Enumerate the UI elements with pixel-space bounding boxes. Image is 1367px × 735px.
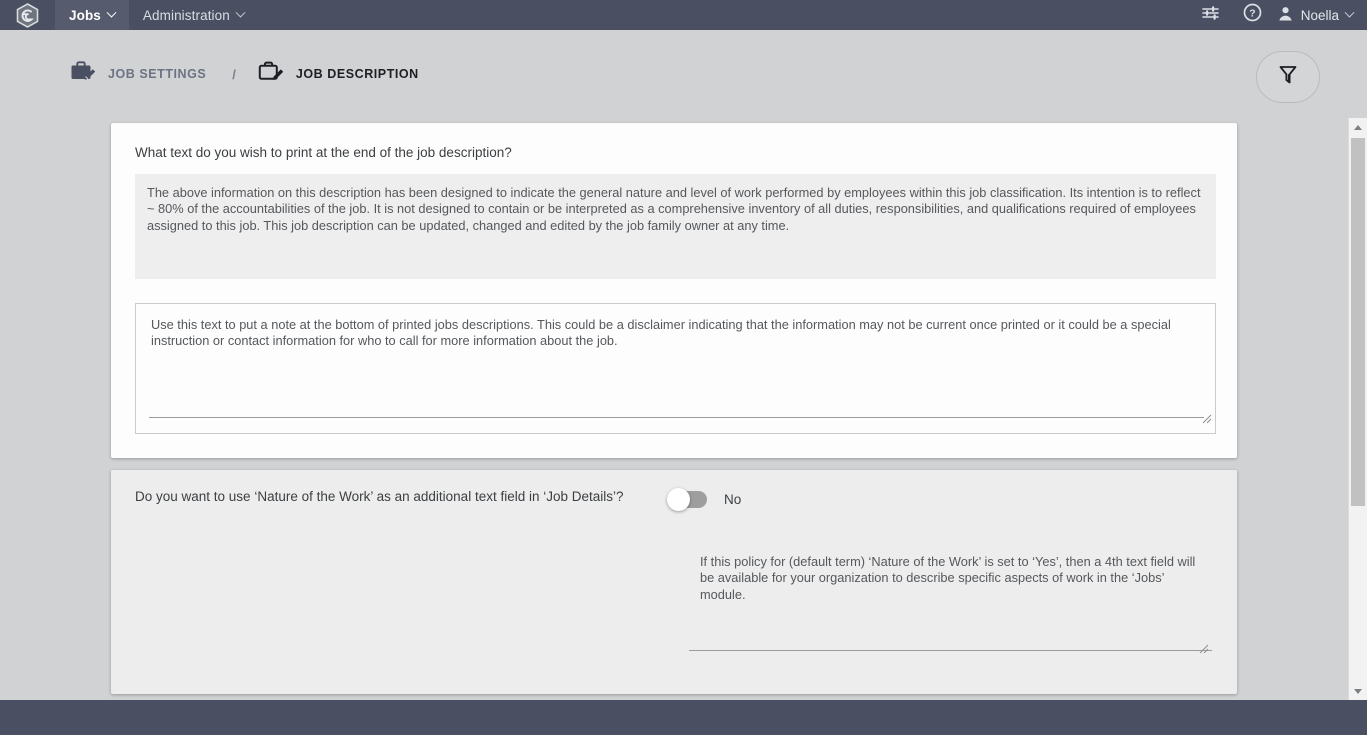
breadcrumb-separator: /: [232, 66, 236, 82]
chevron-down-icon: [235, 7, 246, 18]
help-button[interactable]: ?: [1232, 0, 1274, 30]
nature-of-work-question: Do you want to use ‘Nature of the Work’ …: [135, 489, 624, 504]
nav-tab-jobs-label: Jobs: [69, 7, 101, 23]
nav-tab-administration-label: Administration: [142, 7, 230, 23]
briefcase-edit-outline-icon: [258, 60, 285, 88]
chevron-down-icon: [106, 7, 117, 18]
filter-button[interactable]: [1256, 51, 1320, 103]
scroll-up-button[interactable]: [1349, 118, 1367, 136]
job-description-footer-help-textarea[interactable]: [135, 303, 1216, 434]
textarea-underline: [689, 650, 1212, 651]
nav-tab-jobs[interactable]: Jobs: [55, 0, 129, 30]
job-description-footer-textarea[interactable]: [135, 174, 1216, 279]
user-avatar-icon: [1278, 6, 1293, 24]
scroll-down-button[interactable]: [1349, 682, 1367, 700]
nature-of-work-card: Do you want to use ‘Nature of the Work’ …: [111, 470, 1237, 694]
scroll-down-arrow-icon: [1354, 688, 1362, 694]
sliders-icon: [1201, 5, 1220, 26]
breadcrumb-item-job-settings[interactable]: JOB SETTINGS: [70, 60, 206, 88]
scrollbar-thumb[interactable]: [1351, 138, 1365, 506]
nav-tab-administration[interactable]: Administration: [129, 0, 258, 30]
user-name-label: Noella: [1300, 7, 1339, 23]
toggle-knob: [667, 488, 690, 511]
topbar-actions: ? Noella: [1190, 0, 1367, 30]
breadcrumb-item-job-description[interactable]: JOB DESCRIPTION: [258, 60, 419, 88]
print-text-question: What text do you wish to print at the en…: [135, 145, 512, 160]
footer-bar: [0, 700, 1367, 735]
breadcrumb-item-job-settings-label: JOB SETTINGS: [108, 67, 207, 81]
chevron-down-icon: [1344, 7, 1355, 18]
nature-of-work-toggle[interactable]: [667, 488, 707, 511]
app-logo[interactable]: [0, 0, 55, 30]
briefcase-edit-icon: [70, 60, 97, 88]
print-text-card: What text do you wish to print at the en…: [111, 123, 1237, 458]
question-circle-icon: ?: [1243, 3, 1262, 27]
breadcrumb-item-job-description-label: JOB DESCRIPTION: [295, 67, 419, 81]
filter-funnel-icon: [1278, 64, 1298, 90]
top-navigation-bar: Jobs Administration ? Noella: [0, 0, 1367, 30]
scroll-up-arrow-icon: [1354, 124, 1362, 130]
left-gutter: [0, 30, 8, 700]
svg-text:?: ?: [1250, 8, 1256, 20]
nature-of-work-help-textarea[interactable]: [688, 542, 1212, 653]
user-menu[interactable]: Noella: [1274, 6, 1355, 24]
breadcrumb: JOB SETTINGS / JOB DESCRIPTION: [0, 30, 1348, 118]
textarea-underline: [149, 417, 1204, 418]
hexagon-logo-icon: [16, 2, 39, 28]
page-scrollbar[interactable]: [1348, 118, 1367, 700]
nature-of-work-toggle-value: No: [724, 492, 742, 507]
settings-sliders-button[interactable]: [1190, 0, 1232, 30]
